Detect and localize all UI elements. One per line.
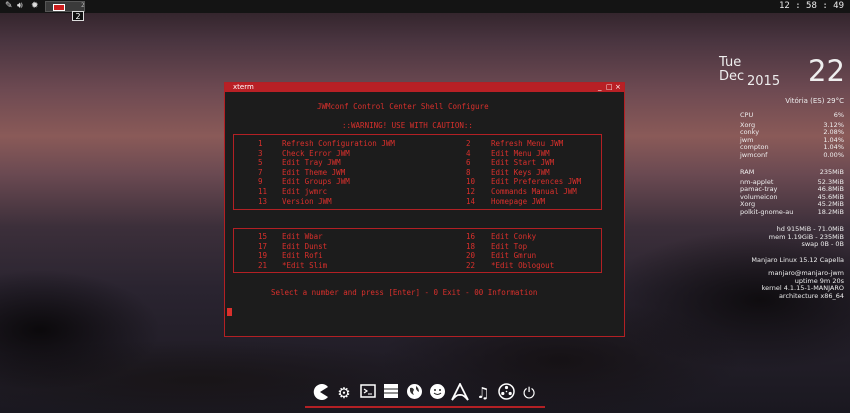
menu-option-number: 17 [258,241,268,251]
menu-option-number: 1 [258,139,263,148]
process-value: 0.00% [823,150,844,159]
volume-icon[interactable]: 🔊︎ [17,1,23,12]
web-browser-icon[interactable] [404,383,424,403]
menu-option-number: 21 [258,260,268,270]
process-name: polkit-gnome-au [740,207,794,216]
menu-option-number: 20 [466,251,476,261]
workspace-badge: 2 [72,11,84,21]
top-panel: ✎ 🔊︎ ✹ 2 12 : 58 : 49 [0,0,850,13]
music-icon[interactable]: ♫ [473,383,493,403]
menu-option-number: 4 [466,148,471,158]
conky-date: 22 [808,54,845,88]
menu-option-number: 2 [466,139,471,148]
ram-process-row: polkit-gnome-au 18.2MiB [740,207,844,217]
clock: 12 : 58 : 49 [778,1,844,11]
chat-icon[interactable] [427,383,447,403]
menu-option-number: 16 [466,232,476,241]
workspace-2-indicator[interactable]: 2 [81,2,85,9]
xterm-titlebar[interactable]: xterm _ □ × [225,83,624,92]
conky-month: Dec [719,69,745,84]
menu-option-label: Edit Gmrun [491,251,537,261]
menu-option-number: 13 [258,196,268,206]
close-icon[interactable]: × [615,83,621,92]
menu-option-number: 12 [466,187,476,196]
menu-option-label: Edit Wbar [282,232,323,241]
maximize-icon[interactable]: □ [606,83,613,92]
menu-option-label: Refresh Menu JWM [491,139,564,148]
menu-box-main: 1 Refresh Configuration JWM 2 Refresh Menu … [233,134,602,210]
menu-option-label: Edit Menu JWM [491,148,550,158]
menu-option-label: Edit Rofi [282,251,323,261]
window-title: xterm [233,83,254,91]
menu-option-label: Edit Groups JWM [282,177,350,187]
menu-box-extra: 15 Edit Wbar 16 Edit Conky 17 Edit Dunst 18 Edi… [233,228,602,273]
menu-option-number: 8 [466,167,471,177]
menu-option-number: 14 [466,196,476,206]
menu-option-number: 6 [466,158,471,168]
warning-text: ::WARNING! USE WITH CAUTION:: [342,121,473,130]
menu-option-label: *Edit Oblogout [491,260,555,270]
menu-option-label: Edit Dunst [282,241,328,251]
conky-system-info: manjaro@manjaro-jwm uptime 9m 20s kernel… [762,269,844,300]
conky-cpu-section: CPU 6% Xorg 3.12% conky 2.08% jwm 1.04% compto… [740,111,844,160]
menu-option-number: 22 [466,260,476,270]
menu-option-label: Edit Theme JWM [282,167,346,177]
menu-option-number: 15 [258,232,268,241]
cpu-value: 6% [833,111,844,119]
power-icon[interactable]: ⏻ [519,383,539,403]
xterm-window[interactable]: xterm _ □ × JWMconf Control Center Shell… [224,82,625,337]
menu-option-label: Edit Top [491,241,528,251]
conky-disk-info: hd 915MiB - 71.0MiB mem 1.19GiB - 235MiB… [769,225,844,249]
menu-option-label: Edit Start JWM [491,158,555,168]
menu-option-label: Commands Manual JWM [491,187,577,196]
menu-option-label: Edit Preferences JWM [491,177,582,187]
settings-gear-icon[interactable]: ⚙ [334,383,354,403]
terminal-cursor[interactable] [227,308,232,316]
media-reel-icon[interactable] [496,383,516,403]
dock: ⚙ ♫ ⏻ [305,381,545,408]
conky-swap: swap 0B - 0B [801,240,844,248]
menu-heading: JWMconf Control Center Shell Configure [317,102,489,111]
menu-option-number: 18 [466,241,476,251]
conky-distro: Manjaro Linux 15.12 Capella [751,256,844,264]
arch-icon[interactable] [450,381,470,403]
ram-label: RAM [740,168,755,176]
process-name: jwmconf [740,150,768,159]
menu-option-number: 11 [258,187,268,196]
menu-option-label: Refresh Configuration JWM [282,139,395,148]
menu-option-label: Edit jwmrc [282,187,328,196]
menu-option-number: 19 [258,251,268,261]
terminal-icon[interactable] [358,383,378,403]
ram-value: 235MiB [819,168,844,176]
conky-arch: architecture x86_64 [778,291,844,300]
menu-option-label: Edit Tray JWM [282,158,341,168]
menu-option-number: 10 [466,177,476,187]
pen-icon[interactable]: ✎ [5,1,13,12]
menu-option-label: Edit Conky [491,232,537,241]
menu-option-number: 5 [258,158,263,168]
menu-option-label: Version JWM [282,196,332,206]
process-value: 18.2MiB [817,207,844,216]
menu-option-label: *Edit Slim [282,260,328,270]
pacman-icon[interactable] [310,383,330,403]
xterm-task-icon [53,4,65,11]
menu-option-label: Check Error JWM [282,148,350,158]
input-prompt: Select a number and press [Enter] - 0 Ex… [271,288,538,297]
menu-option-label: Homepage JWM [491,196,546,206]
cpu-process-row: jwmconf 0.00% [740,150,844,160]
cpu-label: CPU [740,111,754,119]
conky-ram-section: RAM 235MiB nm-applet 52.3MiB pamac-tray 46.… [740,168,844,217]
minimize-icon[interactable]: _ [598,83,602,92]
menu-option-number: 9 [258,177,263,187]
settings-icon[interactable]: ✹ [31,1,39,12]
menu-option-number: 7 [258,167,263,177]
menu-option-label: Edit Keys JWM [491,167,550,177]
conky-day: Tue [719,55,742,70]
conky-location: Vitória (ES) 29°C [785,97,844,105]
file-manager-icon[interactable] [381,383,401,403]
conky-year: 2015 [747,74,781,89]
menu-option-number: 3 [258,148,263,158]
